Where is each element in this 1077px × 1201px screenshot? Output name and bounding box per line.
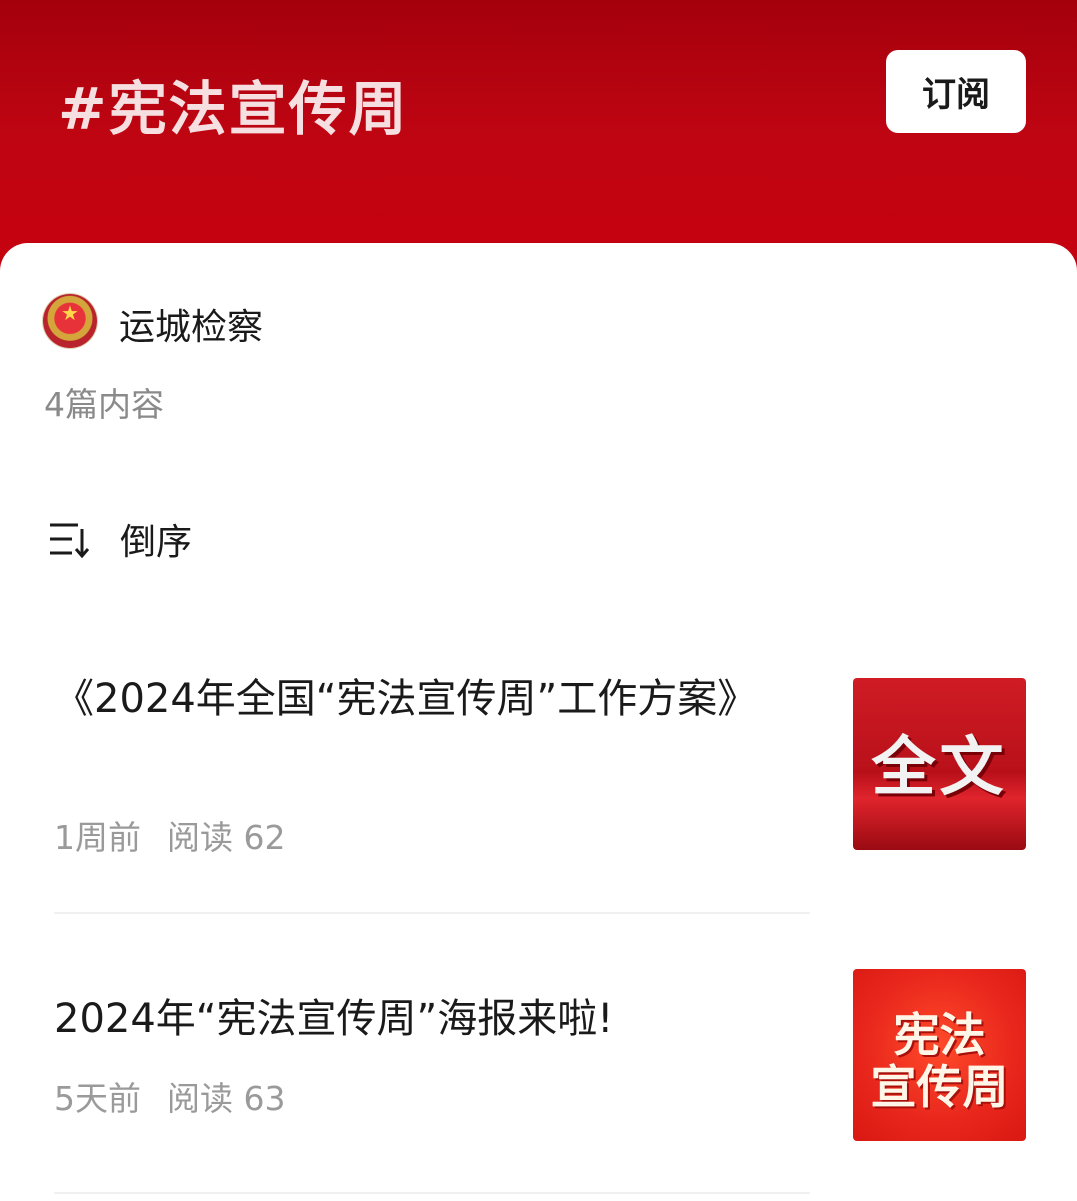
sort-label: 倒序: [120, 522, 193, 563]
article-time: 5天前: [54, 1079, 141, 1118]
article-time: 1周前: [54, 818, 141, 857]
thumbnail-text: 宣传周: [870, 1060, 1009, 1114]
sort-toggle[interactable]: 倒序: [48, 515, 192, 563]
article-item[interactable]: 《2024年全国“宪法宣传周”工作方案》 1周前 阅读 62 全文: [54, 666, 1026, 886]
thumbnail-text: 全文: [871, 731, 1008, 805]
article-title: 2024年“宪法宣传周”海报来啦!: [54, 996, 614, 1042]
article-reads: 阅读 63: [167, 1079, 286, 1118]
article-thumbnail: 全文: [853, 678, 1026, 850]
article-reads: 阅读 62: [167, 818, 286, 857]
article-meta: 1周前 阅读 62: [54, 811, 285, 859]
sort-descending-icon: [50, 523, 90, 559]
emblem-icon: ★: [61, 301, 79, 325]
divider: [54, 1192, 810, 1194]
topic-title: #宪法宣传周: [58, 75, 409, 143]
account-name[interactable]: 运城检察: [119, 298, 263, 350]
divider: [54, 912, 810, 914]
article-title: 《2024年全国“宪法宣传周”工作方案》: [54, 676, 758, 722]
article-thumbnail: 宪法 宣传周: [853, 969, 1026, 1141]
article-item[interactable]: 2024年“宪法宣传周”海报来啦! 5天前 阅读 63 宪法 宣传周: [54, 969, 1026, 1166]
subscribe-button[interactable]: 订阅: [886, 50, 1026, 133]
article-meta: 5天前 阅读 63: [54, 1072, 285, 1120]
content-count: 4篇内容: [44, 385, 164, 424]
account-avatar[interactable]: ★: [43, 294, 97, 348]
